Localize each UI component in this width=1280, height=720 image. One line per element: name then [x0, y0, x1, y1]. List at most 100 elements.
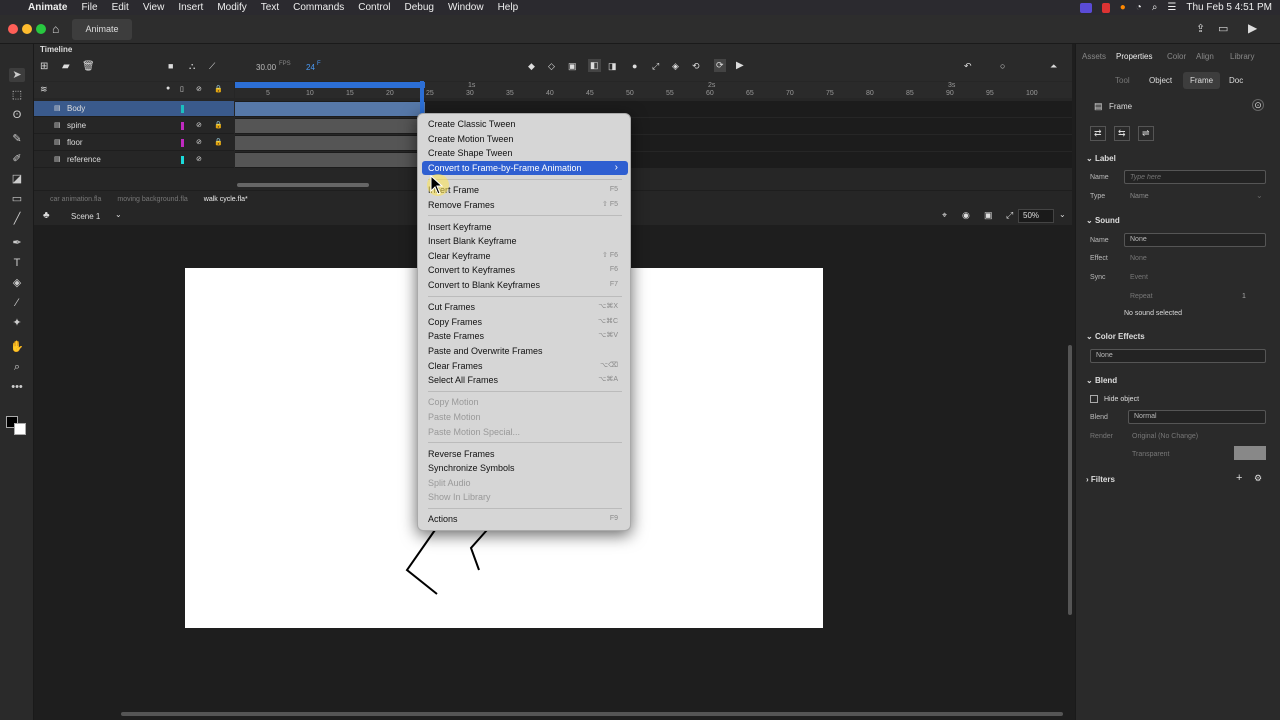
context-menu-item[interactable]: Cut Frames ⌥⌘X [422, 300, 628, 314]
scene-name[interactable]: Scene 1 [71, 212, 100, 221]
frame-action-icon[interactable]: ⇆ [1114, 126, 1130, 141]
current-frame[interactable]: 24 [306, 63, 315, 72]
camera-icon[interactable]: ◉ [962, 210, 970, 221]
menu-app[interactable]: Animate [28, 2, 67, 13]
chevron-down-icon[interactable]: ⌄ [1256, 191, 1263, 200]
layer-name[interactable]: Body [67, 101, 85, 117]
context-menu-item[interactable]: Remove Frames ⇧ F5 [422, 198, 628, 212]
frame-ruler[interactable]: 1s 2s 3s 5 10 15 20 25 30 35 40 45 50 55… [235, 82, 1072, 98]
context-menu-item[interactable]: Reverse Frames [422, 447, 628, 461]
lasso-tool-icon[interactable]: ʘ [9, 108, 25, 122]
menu-file[interactable]: File [81, 2, 97, 13]
context-menu-item[interactable]: Clear Keyframe ⇧ F6 [422, 249, 628, 263]
blend-dropdown[interactable]: Normal [1128, 410, 1266, 424]
collapse-timeline-icon[interactable]: ⏶ [1050, 61, 1057, 72]
horizontal-scrollbar[interactable] [121, 712, 1063, 716]
insert-keyframe-icon[interactable]: ◆ [528, 61, 535, 72]
graph-icon[interactable]: ⟋ [209, 61, 215, 72]
effect-dropdown[interactable]: None [1130, 255, 1147, 262]
layer-row-spine[interactable]: ▤ spine ⊘ 🔒 [34, 118, 234, 134]
subselection-tool-icon[interactable]: ⬚ [9, 88, 25, 102]
layer-name[interactable]: reference [67, 152, 101, 168]
paint-bucket-icon[interactable]: ◈ [9, 276, 25, 290]
repeat-dropdown[interactable]: Repeat [1130, 293, 1153, 300]
hidden-icon[interactable]: ⊘ [196, 118, 202, 134]
lock-icon[interactable]: 🔒 [214, 85, 223, 93]
frame-span[interactable] [235, 153, 425, 167]
hidden-icon[interactable]: ⊘ [196, 135, 202, 151]
selection-tool-icon[interactable]: ➤ [9, 68, 25, 82]
test-movie-icon[interactable]: ▶ [1248, 21, 1257, 35]
type-dropdown[interactable]: Name [1130, 193, 1149, 200]
frame-span[interactable] [235, 102, 425, 116]
context-menu-item[interactable]: Synchronize Symbols [422, 461, 628, 475]
sound-name-dropdown[interactable]: None [1124, 233, 1266, 247]
frame-action-icon[interactable]: ⇄ [1090, 126, 1106, 141]
pen-tool-icon[interactable]: ✒ [9, 236, 25, 250]
camera-icon[interactable]: ■ [168, 61, 173, 71]
layer-row-floor[interactable]: ▤ floor ⊘ 🔒 [34, 135, 234, 151]
pin-tool-icon[interactable]: ✦ [9, 316, 25, 330]
frame-action-icon[interactable]: ⇌ [1138, 126, 1154, 141]
frames-row-body[interactable] [235, 101, 1072, 117]
layer-color-swatch[interactable] [181, 156, 184, 164]
color-effect-dropdown[interactable]: None [1090, 349, 1266, 363]
context-menu-item[interactable]: Create Classic Tween [422, 117, 628, 131]
menu-edit[interactable]: Edit [112, 2, 129, 13]
control-center-icon[interactable]: ☰ [1167, 2, 1176, 13]
status-app-icon[interactable]: ● [1120, 2, 1126, 13]
context-menu-item[interactable]: Insert Blank Keyframe [422, 234, 628, 248]
zoom-field[interactable]: 50% [1018, 209, 1054, 223]
subtab-object[interactable]: Object [1149, 76, 1172, 85]
context-menu-item[interactable]: Paste Frames ⌥⌘V [422, 329, 628, 343]
layer-color-swatch[interactable] [181, 122, 184, 130]
tab-properties[interactable]: Properties [1116, 52, 1152, 61]
visibility-icon[interactable]: ⊘ [196, 85, 202, 93]
layer-row-body[interactable]: ▤ Body [34, 101, 234, 117]
share-icon[interactable]: ⇪ [1196, 22, 1205, 35]
text-tool-icon[interactable]: T [9, 256, 25, 270]
add-filter-icon[interactable]: + [1236, 472, 1242, 484]
delete-layer-icon[interactable]: 🗑 [82, 61, 95, 72]
frames-row-reference[interactable] [235, 152, 1072, 168]
more-tools-icon[interactable]: ••• [9, 380, 25, 394]
onion-skin-icon[interactable]: ◧ [588, 59, 601, 72]
doc-tab[interactable]: car animation.fla [50, 196, 101, 203]
tab-align[interactable]: Align [1196, 52, 1214, 61]
insert-blank-keyframe-icon[interactable]: ◇ [548, 61, 555, 72]
fit-icon[interactable]: ⤢ [1006, 210, 1013, 221]
menu-insert[interactable]: Insert [178, 2, 203, 13]
home-icon[interactable]: ⌂ [52, 22, 59, 36]
outline-icon[interactable]: ▯ [180, 85, 184, 93]
menu-modify[interactable]: Modify [217, 2, 246, 13]
context-menu-item[interactable]: Insert Keyframe [422, 220, 628, 234]
context-menu-item[interactable]: Convert to Blank Keyframes F7 [422, 278, 628, 292]
label-section-toggle[interactable]: ⌄ Label [1086, 154, 1116, 163]
help-icon[interactable]: ⊙ [1252, 99, 1264, 111]
menu-text[interactable]: Text [261, 2, 279, 13]
context-menu-item[interactable]: Select All Frames ⌥⌘A [422, 373, 628, 387]
context-menu-item[interactable]: Create Motion Tween [422, 132, 628, 146]
search-icon[interactable]: ⌕ [1152, 2, 1158, 13]
fill-color-swatch[interactable] [14, 423, 26, 435]
frame-span[interactable] [235, 119, 425, 133]
hide-object-checkbox[interactable] [1090, 395, 1098, 403]
wifi-icon[interactable]: ◔ [1136, 2, 1142, 13]
record-icon[interactable] [1101, 2, 1110, 13]
render-dropdown[interactable]: Original (No Change) [1132, 433, 1198, 440]
play-button[interactable]: ▶ [736, 60, 744, 71]
clock-text[interactable]: Thu Feb 5 4:51 PM [1186, 2, 1272, 13]
context-menu-item[interactable]: Copy Frames ⌥⌘C [422, 315, 628, 329]
center-frame-icon[interactable]: ◈ [672, 61, 679, 72]
layer-depth-icon[interactable]: ⛬ [189, 61, 195, 72]
fit-icon[interactable]: ⤢ [652, 61, 659, 72]
tween-icon[interactable]: ● [632, 61, 637, 71]
rectangle-tool-icon[interactable]: ▭ [9, 192, 25, 206]
frame-span[interactable] [235, 136, 425, 150]
context-menu-item[interactable]: Clear Frames ⌥⌫ [422, 359, 628, 373]
frame-selection-range[interactable] [235, 82, 425, 88]
hidden-icon[interactable]: ⊘ [196, 152, 202, 168]
subtab-tool[interactable]: Tool [1115, 76, 1130, 85]
timeline-zoom-slider[interactable]: ○ [1000, 61, 1005, 71]
menu-window[interactable]: Window [448, 2, 484, 13]
